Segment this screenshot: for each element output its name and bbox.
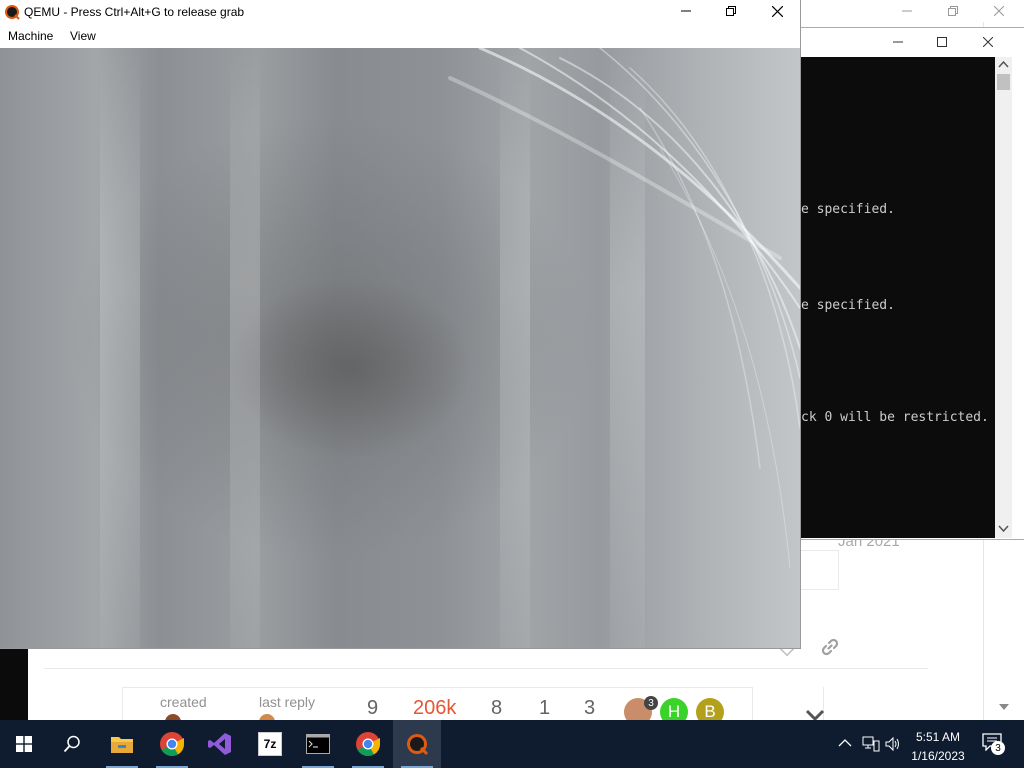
start-button[interactable] — [0, 720, 48, 768]
topic-map-expand[interactable] — [752, 687, 825, 721]
stat-likes: 1 — [539, 697, 551, 719]
console-maximize-button[interactable] — [919, 30, 965, 54]
restore-button[interactable] — [930, 0, 976, 22]
qemu-icon — [5, 5, 20, 20]
taskbar-qemu[interactable] — [393, 720, 441, 768]
console-close-button[interactable] — [965, 30, 1011, 54]
menu-view[interactable]: View — [70, 29, 96, 43]
terminal-icon — [306, 734, 330, 754]
minimize-button[interactable] — [884, 0, 930, 22]
qemu-close-button[interactable] — [754, 0, 800, 22]
participant-avatar-b[interactable]: B — [696, 698, 724, 722]
clock-date[interactable]: 1/16/2023 — [902, 749, 974, 763]
action-center-button[interactable]: 3 — [982, 733, 1006, 757]
minimize-icon — [893, 41, 903, 43]
taskbar-terminal[interactable] — [294, 720, 342, 768]
guest-display[interactable] — [0, 48, 800, 648]
network-icon — [862, 736, 880, 752]
menu-machine[interactable]: Machine — [8, 29, 53, 43]
console-line: e specified. — [801, 298, 895, 313]
participant-avatar-h[interactable]: H — [660, 698, 688, 722]
chevron-up-icon — [838, 739, 852, 747]
window-title: QEMU - Press Ctrl+Alt+G to release grab — [24, 5, 245, 19]
restore-icon — [948, 6, 958, 16]
show-hidden-icons-button[interactable] — [838, 736, 852, 753]
taskbar-file-explorer[interactable] — [98, 720, 146, 768]
wallpaper-light-arcs — [448, 48, 800, 569]
stat-views: 206k — [413, 697, 457, 719]
post-divider — [44, 668, 928, 669]
console-line: ck 0 will be restricted. — [801, 410, 989, 425]
taskbar-7zip[interactable]: 7z — [246, 720, 294, 768]
qemu-minimize-button[interactable] — [663, 0, 709, 22]
qemu-icon — [407, 734, 429, 756]
console-window: e specified. e specified. ck 0 will be r… — [800, 27, 1024, 540]
created-label: created — [160, 694, 207, 710]
console-scrollbar[interactable] — [995, 57, 1012, 538]
minimize-icon — [902, 10, 912, 12]
console-output[interactable]: e specified. e specified. ck 0 will be r… — [801, 57, 995, 538]
qemu-window: QEMU - Press Ctrl+Alt+G to release grab … — [0, 0, 801, 649]
taskbar-visual-studio[interactable] — [196, 720, 244, 768]
search-button[interactable] — [48, 720, 96, 768]
network-tray-button[interactable] — [862, 736, 880, 755]
close-icon — [994, 6, 1004, 16]
chrome-icon — [356, 732, 380, 757]
minimize-icon — [681, 10, 691, 12]
close-icon — [771, 5, 783, 17]
link-icon[interactable] — [820, 637, 840, 657]
console-scroll-thumb[interactable] — [997, 74, 1010, 90]
stat-replies: 9 — [367, 697, 379, 719]
stat-users: 8 — [491, 697, 503, 719]
taskbar: 7z 5:51 AM 1/16/2023 3 — [0, 720, 1024, 768]
console-titlebar — [801, 28, 1024, 57]
notification-count-badge: 3 — [991, 741, 1005, 755]
participant-post-count: 3 — [644, 696, 658, 710]
scroll-up-icon[interactable] — [998, 60, 1009, 68]
scroll-down-icon[interactable] — [998, 525, 1009, 533]
close-button[interactable] — [976, 0, 1022, 22]
close-icon — [983, 37, 993, 47]
taskbar-chrome-2[interactable] — [344, 720, 392, 768]
scroll-down-icon[interactable] — [998, 702, 1010, 712]
volume-tray-button[interactable] — [885, 736, 901, 755]
clock-time[interactable]: 5:51 AM — [902, 730, 974, 744]
qemu-menubar: Machine View — [0, 24, 800, 48]
file-explorer-icon — [111, 737, 133, 753]
visual-studio-icon — [208, 733, 231, 755]
topic-map: created last reply 9 206k 8 1 3 3 H B — [122, 687, 824, 722]
last-reply-label: last reply — [259, 694, 316, 710]
stat-links: 3 — [584, 697, 596, 719]
7zip-icon: 7z — [258, 732, 282, 756]
restore-icon — [726, 6, 736, 16]
console-minimize-button[interactable] — [875, 30, 921, 54]
taskbar-chrome-1[interactable] — [148, 720, 196, 768]
qemu-restore-button[interactable] — [708, 0, 754, 22]
chrome-icon — [160, 732, 184, 757]
console-line: e specified. — [801, 202, 895, 217]
search-icon — [63, 735, 80, 753]
volume-icon — [885, 736, 899, 752]
maximize-icon — [937, 37, 947, 47]
qemu-titlebar[interactable]: QEMU - Press Ctrl+Alt+G to release grab — [0, 0, 800, 24]
windows-start-icon — [16, 736, 32, 752]
